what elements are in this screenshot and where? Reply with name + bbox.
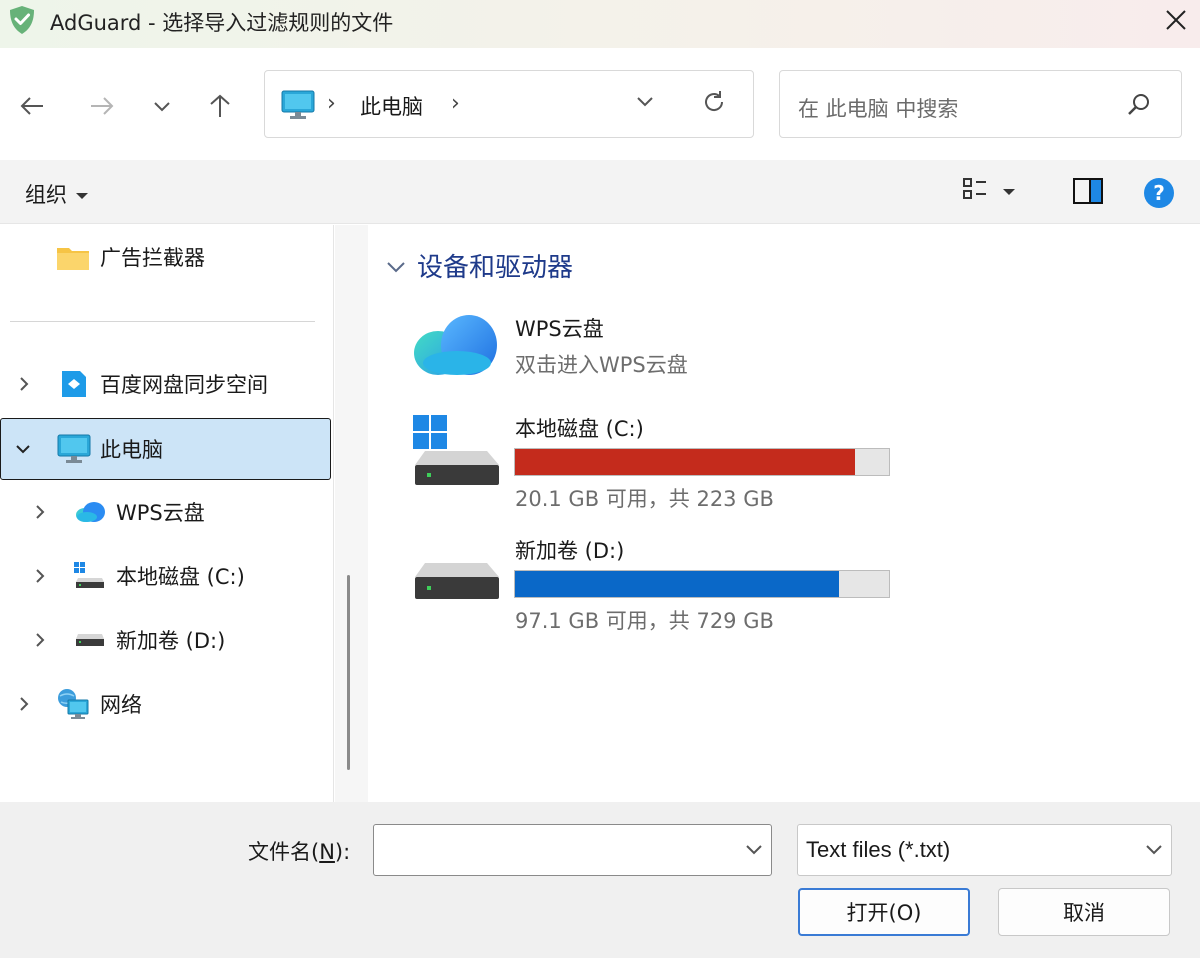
tile-name: 新加卷 (D:) bbox=[515, 539, 625, 563]
network-icon bbox=[56, 688, 90, 720]
tile-subtitle: 97.1 GB 可用，共 729 GB bbox=[515, 609, 774, 633]
up-arrow-icon[interactable] bbox=[202, 88, 238, 124]
sidebar-item-label: 新加卷 (D:) bbox=[116, 629, 226, 653]
search-placeholder[interactable]: 在 此电脑 中搜索 bbox=[798, 93, 958, 123]
chevron-down-icon[interactable] bbox=[1144, 841, 1164, 860]
details-view-icon bbox=[962, 176, 988, 206]
collapse-chevron-icon[interactable] bbox=[13, 443, 33, 455]
change-view-button[interactable] bbox=[962, 176, 1016, 206]
sidebar-item-network[interactable]: 网络 bbox=[0, 674, 330, 734]
expand-chevron-icon[interactable] bbox=[30, 631, 50, 649]
sidebar-item-label: 网络 bbox=[100, 693, 142, 717]
sidebar-item-label: 广告拦截器 bbox=[100, 246, 205, 270]
breadcrumb-separator-icon: › bbox=[327, 91, 336, 116]
filename-label-accesskey: N bbox=[319, 840, 335, 864]
open-button[interactable]: 打开(O) bbox=[798, 888, 970, 936]
group-title: 设备和驱动器 bbox=[417, 253, 574, 283]
search-icon[interactable] bbox=[1126, 92, 1152, 122]
sidebar-scrollbar-track bbox=[335, 225, 368, 802]
sidebar-item-label: WPS云盘 bbox=[116, 501, 205, 525]
command-toolbar: 组织 ? bbox=[0, 160, 1200, 224]
drive-icon bbox=[74, 630, 106, 650]
navigation-bar: › 此电脑 › 在 此电脑 中搜索 bbox=[0, 48, 1200, 160]
disk-usage-bar bbox=[514, 448, 890, 476]
wps-cloud-icon bbox=[411, 309, 503, 383]
disk-usage-fill bbox=[515, 449, 856, 475]
cancel-button[interactable]: 取消 bbox=[998, 888, 1170, 936]
baidu-netdisk-icon bbox=[60, 369, 88, 399]
windows-drive-icon bbox=[74, 562, 106, 590]
group-header-devices[interactable]: 设备和驱动器 bbox=[385, 247, 573, 284]
folder-icon bbox=[56, 243, 90, 271]
breadcrumb-separator-icon[interactable]: › bbox=[451, 91, 460, 116]
tile-subtitle: 双击进入WPS云盘 bbox=[515, 353, 688, 377]
sidebar-scrollbar-thumb[interactable] bbox=[347, 575, 350, 770]
sidebar-item-label: 百度网盘同步空间 bbox=[100, 373, 268, 397]
computer-icon bbox=[281, 90, 315, 124]
tile-name: 本地磁盘 (C:) bbox=[515, 417, 644, 441]
file-type-value: Text files (*.txt) bbox=[806, 837, 951, 862]
tile-wps-cloud[interactable]: WPS云盘 双击进入WPS云盘 bbox=[409, 307, 889, 387]
sidebar-item-adblocker-folder[interactable]: 广告拦截器 bbox=[0, 227, 330, 287]
filename-combobox[interactable] bbox=[373, 824, 772, 876]
dropdown-triangle-icon bbox=[75, 182, 89, 206]
computer-icon bbox=[57, 434, 91, 464]
tile-subtitle: 20.1 GB 可用，共 223 GB bbox=[515, 487, 774, 511]
sidebar-item-volume-d[interactable]: 新加卷 (D:) bbox=[0, 610, 330, 670]
dialog-footer: 文件名(N): Text files (*.txt) 打开(O) 取消 bbox=[0, 802, 1200, 958]
filename-label: 文件名(N): bbox=[248, 836, 350, 866]
chevron-down-icon[interactable] bbox=[744, 841, 764, 860]
title-bar: AdGuard - 选择导入过滤规则的文件 bbox=[0, 0, 1200, 48]
organize-menu-button[interactable]: 组织 bbox=[25, 179, 89, 209]
sidebar-item-label: 本地磁盘 (C:) bbox=[116, 565, 245, 589]
file-list-pane: 设备和驱动器 WPS云盘 双击进入WPS云盘 本地磁盘 (C:) 20.1 GB… bbox=[369, 225, 1200, 802]
forward-arrow-icon[interactable] bbox=[84, 88, 120, 124]
organize-label: 组织 bbox=[25, 183, 67, 207]
refresh-icon[interactable] bbox=[701, 89, 727, 119]
filename-label-text: 文件名( bbox=[248, 840, 320, 864]
navigation-pane: 广告拦截器 百度网盘同步空间 此电脑 WPS云盘 本地磁盘 (C:) 新加卷 (… bbox=[0, 225, 334, 802]
back-arrow-icon[interactable] bbox=[14, 88, 50, 124]
address-history-chevron-icon[interactable] bbox=[635, 93, 655, 112]
search-box[interactable]: 在 此电脑 中搜索 bbox=[779, 70, 1182, 138]
adguard-shield-icon bbox=[8, 5, 36, 35]
window-title: AdGuard - 选择导入过滤规则的文件 bbox=[50, 11, 394, 35]
disk-usage-fill bbox=[515, 571, 840, 597]
dropdown-triangle-icon bbox=[1002, 182, 1016, 201]
wps-cloud-icon bbox=[74, 501, 106, 523]
drive-icon bbox=[413, 559, 501, 613]
preview-pane-icon[interactable] bbox=[1073, 178, 1103, 208]
windows-drive-icon bbox=[413, 415, 501, 491]
close-icon[interactable] bbox=[1160, 4, 1192, 36]
tile-volume-d[interactable]: 新加卷 (D:) 97.1 GB 可用，共 729 GB bbox=[409, 533, 909, 633]
tile-name: WPS云盘 bbox=[515, 317, 604, 341]
svg-text:?: ? bbox=[1153, 181, 1165, 205]
sidebar-item-wps-cloud[interactable]: WPS云盘 bbox=[0, 482, 330, 542]
disk-usage-bar bbox=[514, 570, 890, 598]
sidebar-item-label: 此电脑 bbox=[100, 438, 163, 462]
file-type-select[interactable]: Text files (*.txt) bbox=[797, 824, 1172, 876]
sidebar-divider bbox=[10, 321, 315, 322]
breadcrumb-this-pc[interactable]: 此电脑 bbox=[360, 91, 423, 121]
filename-label-suffix: ): bbox=[334, 840, 351, 864]
sidebar-item-local-disk-c[interactable]: 本地磁盘 (C:) bbox=[0, 546, 330, 606]
sidebar-item-baidu-netdisk[interactable]: 百度网盘同步空间 bbox=[0, 354, 330, 414]
expand-chevron-icon[interactable] bbox=[30, 567, 50, 585]
recent-locations-chevron-icon[interactable] bbox=[144, 88, 180, 124]
address-bar[interactable]: › 此电脑 › bbox=[264, 70, 754, 138]
collapse-chevron-icon[interactable] bbox=[385, 251, 407, 281]
expand-chevron-icon[interactable] bbox=[14, 695, 34, 713]
help-icon[interactable]: ? bbox=[1143, 177, 1175, 213]
expand-chevron-icon[interactable] bbox=[14, 375, 34, 393]
tile-local-disk-c[interactable]: 本地磁盘 (C:) 20.1 GB 可用，共 223 GB bbox=[409, 411, 909, 511]
expand-chevron-icon[interactable] bbox=[30, 503, 50, 521]
sidebar-item-this-pc[interactable]: 此电脑 bbox=[0, 418, 331, 480]
